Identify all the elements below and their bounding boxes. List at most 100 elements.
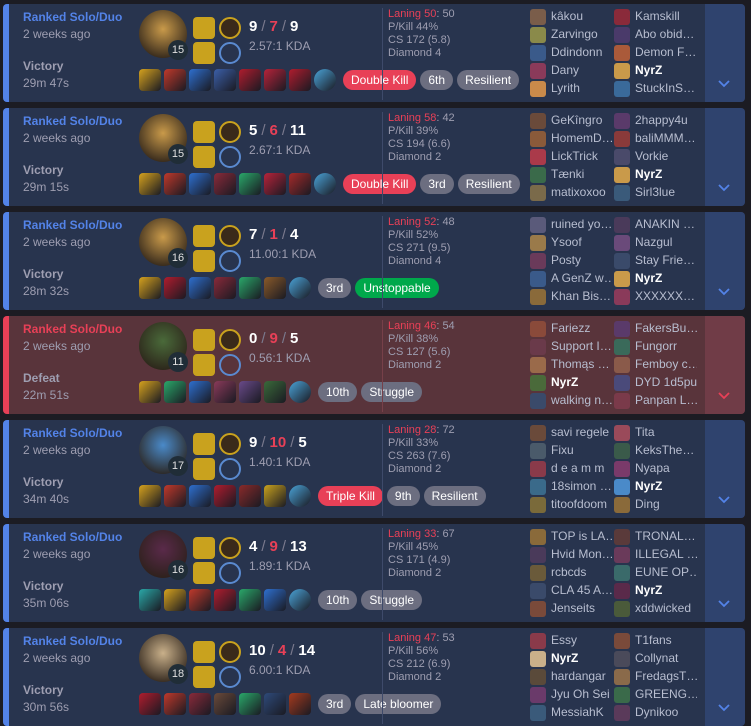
- item-icon[interactable]: [289, 69, 311, 91]
- item-icon[interactable]: [139, 277, 161, 299]
- participant-name[interactable]: 2happy4u: [635, 112, 697, 128]
- participant-name[interactable]: Abo obid…: [635, 26, 697, 42]
- expand-button[interactable]: [705, 108, 745, 206]
- item-icon[interactable]: [189, 69, 211, 91]
- participant[interactable]: titoofdoom: [530, 496, 614, 514]
- secondary-rune-icon[interactable]: [219, 562, 241, 584]
- participant-name[interactable]: savi regele: [551, 424, 613, 440]
- participant[interactable]: matixoxoo: [530, 184, 614, 202]
- participant[interactable]: Thomąs …: [530, 356, 614, 374]
- participant-name[interactable]: d e a m m: [551, 460, 613, 476]
- participant[interactable]: XXXXXX…: [614, 288, 698, 306]
- item-icon[interactable]: [264, 173, 286, 195]
- participant[interactable]: hardangar: [530, 668, 614, 686]
- participant-name[interactable]: Support I…: [551, 338, 613, 354]
- participant-name[interactable]: Sirl3lue: [635, 184, 697, 200]
- participant[interactable]: Fungorr: [614, 338, 698, 356]
- keystone-rune-icon[interactable]: [219, 433, 241, 455]
- summoner-spell-icon[interactable]: [193, 641, 215, 663]
- participant[interactable]: baliMMM…: [614, 130, 698, 148]
- participant-name[interactable]: matixoxoo: [551, 184, 613, 200]
- participant[interactable]: ruined yo…: [530, 216, 614, 234]
- item-icon[interactable]: [289, 173, 311, 195]
- participant[interactable]: Ding: [614, 496, 698, 514]
- participant[interactable]: CLA 45 A…: [530, 582, 614, 600]
- current-player[interactable]: NyrZ: [614, 270, 698, 288]
- item-icon[interactable]: [189, 485, 211, 507]
- summoner-spell-icon[interactable]: [193, 225, 215, 247]
- participant-name[interactable]: Zarvingo: [551, 26, 613, 42]
- ward-icon[interactable]: [289, 381, 311, 403]
- participant-name[interactable]: ANAKIN …: [635, 216, 697, 232]
- match-card[interactable]: Ranked Solo/Duo 2 weeks ago Victory 35m 06s…: [3, 524, 745, 622]
- keystone-rune-icon[interactable]: [219, 537, 241, 559]
- current-player[interactable]: NyrZ: [530, 374, 614, 392]
- participant[interactable]: kâkou: [530, 8, 614, 26]
- participant[interactable]: Ddindonn: [530, 44, 614, 62]
- participant-name[interactable]: NyrZ: [551, 650, 613, 666]
- keystone-rune-icon[interactable]: [219, 17, 241, 39]
- participant[interactable]: xddwicked: [614, 600, 698, 618]
- item-icon[interactable]: [189, 277, 211, 299]
- participant[interactable]: Nazgul: [614, 234, 698, 252]
- participant[interactable]: walking n…: [530, 392, 614, 410]
- participant-name[interactable]: CLA 45 A…: [551, 582, 613, 598]
- participant-name[interactable]: Fariezz: [551, 320, 613, 336]
- participant[interactable]: savi regele: [530, 424, 614, 442]
- summoner-spell-icon[interactable]: [193, 666, 215, 688]
- participant[interactable]: Lyrith: [530, 80, 614, 98]
- current-player[interactable]: NyrZ: [614, 62, 698, 80]
- participant[interactable]: T1fans: [614, 632, 698, 650]
- participant[interactable]: Demon F…: [614, 44, 698, 62]
- secondary-rune-icon[interactable]: [219, 666, 241, 688]
- participant-name[interactable]: TRONAL…: [635, 528, 697, 544]
- item-icon[interactable]: [264, 381, 286, 403]
- participant[interactable]: Jyu Oh Sei: [530, 686, 614, 704]
- participant-name[interactable]: rcbcds: [551, 564, 613, 580]
- participant-name[interactable]: GREENG…: [635, 686, 697, 702]
- participant[interactable]: DYD 1d5pu: [614, 374, 698, 392]
- participant-name[interactable]: NyrZ: [635, 62, 697, 78]
- item-icon[interactable]: [214, 485, 236, 507]
- participant[interactable]: KeksThe…: [614, 442, 698, 460]
- participant[interactable]: GeKîngro: [530, 112, 614, 130]
- ward-icon[interactable]: [314, 173, 336, 195]
- item-icon[interactable]: [214, 693, 236, 715]
- match-card[interactable]: Ranked Solo/Duo 2 weeks ago Victory 28m 32s…: [3, 212, 745, 310]
- participant-name[interactable]: Vorkie: [635, 148, 697, 164]
- participant[interactable]: GREENG…: [614, 686, 698, 704]
- participant[interactable]: Posty: [530, 252, 614, 270]
- secondary-rune-icon[interactable]: [219, 42, 241, 64]
- participant[interactable]: Vorkie: [614, 148, 698, 166]
- expand-button[interactable]: [705, 524, 745, 622]
- summoner-spell-icon[interactable]: [193, 354, 215, 376]
- item-icon[interactable]: [214, 381, 236, 403]
- secondary-rune-icon[interactable]: [219, 354, 241, 376]
- item-icon[interactable]: [239, 173, 261, 195]
- participant[interactable]: Hvid Mon…: [530, 546, 614, 564]
- expand-button[interactable]: [705, 212, 745, 310]
- summoner-spell-icon[interactable]: [193, 329, 215, 351]
- participant-name[interactable]: Posty: [551, 252, 613, 268]
- participant-name[interactable]: Ding: [635, 496, 697, 512]
- participant[interactable]: Collynat: [614, 650, 698, 668]
- item-icon[interactable]: [139, 589, 161, 611]
- item-icon[interactable]: [139, 69, 161, 91]
- secondary-rune-icon[interactable]: [219, 250, 241, 272]
- participant-name[interactable]: xddwicked: [635, 600, 697, 616]
- participant[interactable]: LickTrick: [530, 148, 614, 166]
- item-icon[interactable]: [164, 69, 186, 91]
- participant[interactable]: Tita: [614, 424, 698, 442]
- current-player[interactable]: NyrZ: [614, 478, 698, 496]
- item-icon[interactable]: [189, 589, 211, 611]
- expand-button[interactable]: [705, 4, 745, 102]
- participant-name[interactable]: Fungorr: [635, 338, 697, 354]
- participant[interactable]: A GenZ w…: [530, 270, 614, 288]
- participant[interactable]: Jenseits: [530, 600, 614, 618]
- participant-name[interactable]: Kamskill: [635, 8, 697, 24]
- keystone-rune-icon[interactable]: [219, 641, 241, 663]
- item-icon[interactable]: [139, 381, 161, 403]
- participant-name[interactable]: EUNE OP…: [635, 564, 697, 580]
- secondary-rune-icon[interactable]: [219, 146, 241, 168]
- participant[interactable]: Sirl3lue: [614, 184, 698, 202]
